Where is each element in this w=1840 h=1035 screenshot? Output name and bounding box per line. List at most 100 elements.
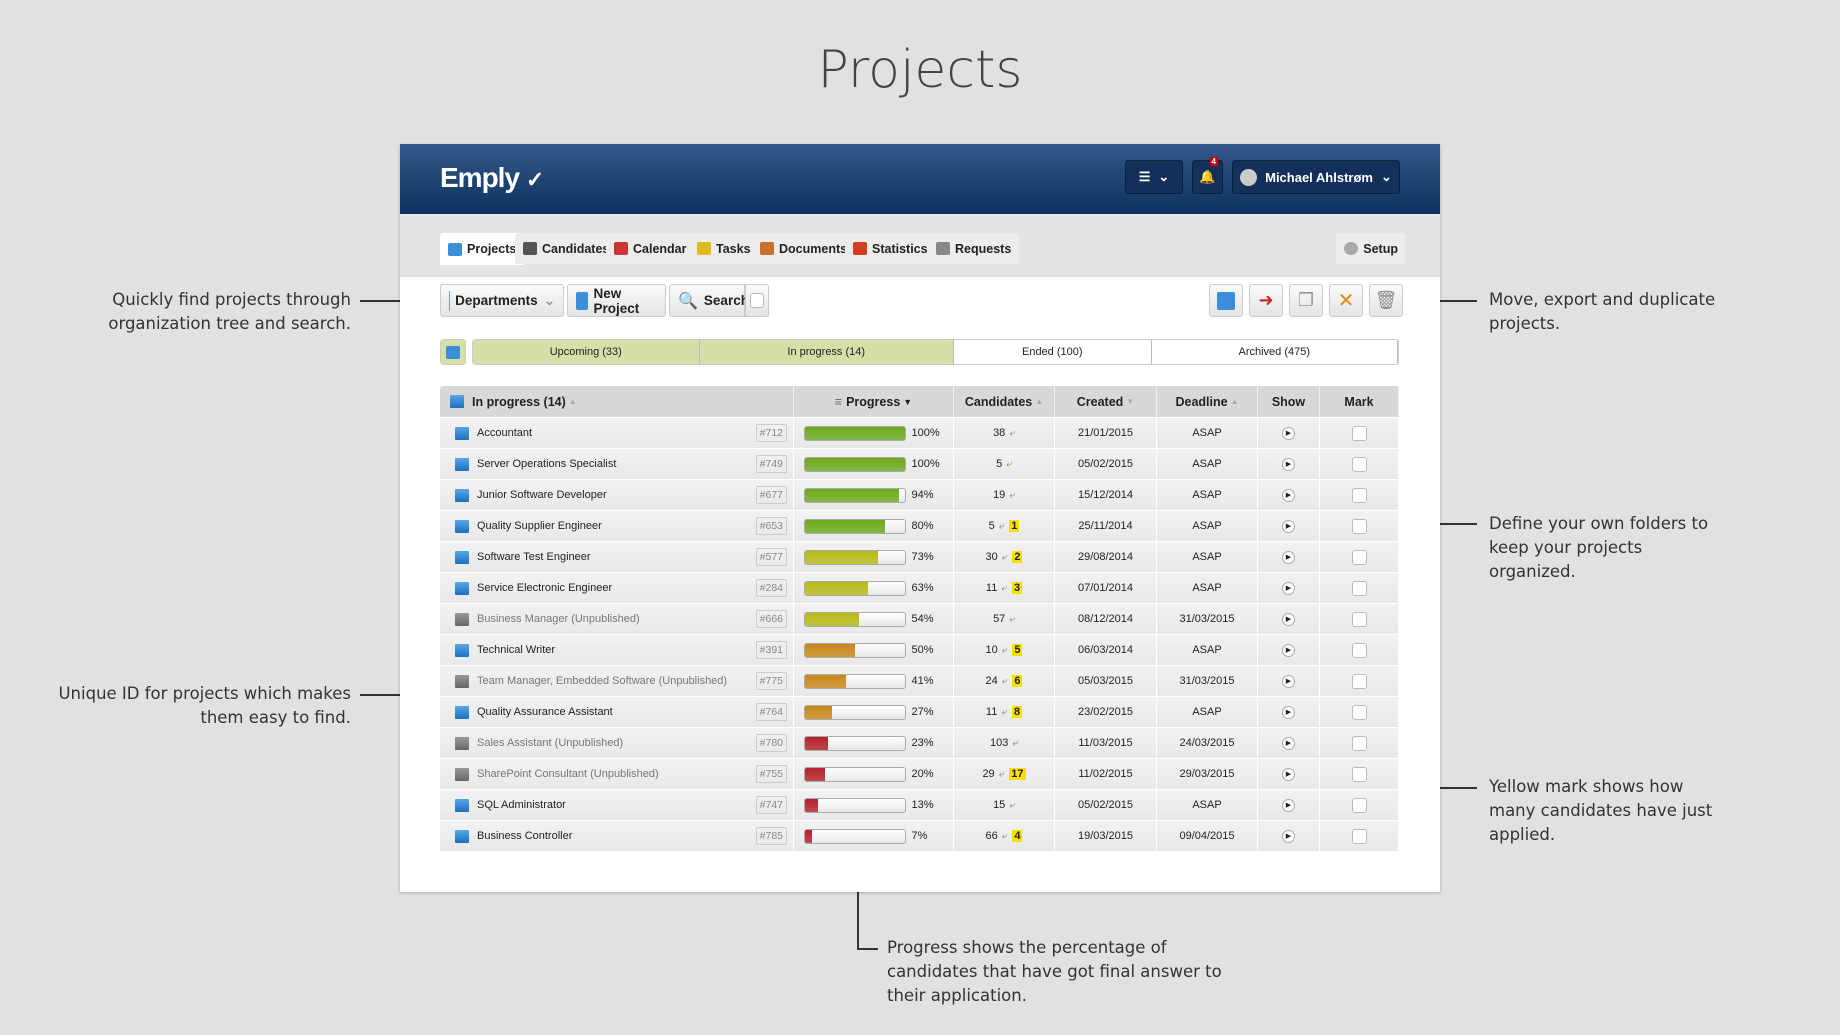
show-button[interactable]: ▶ [1282,767,1295,781]
candidates-cell[interactable]: 57 ⤶ [954,604,1055,634]
project-name-cell[interactable]: Business Controller #785 [440,821,794,851]
edit-button[interactable]: ✕ [1329,284,1363,317]
project-name[interactable]: SharePoint Consultant (Unpublished) [477,768,659,780]
table-row[interactable]: Junior Software Developer #677 94% 19 ⤶ 15… [440,479,1399,510]
search-button[interactable]: 🔍 Search [669,284,749,317]
project-name[interactable]: SQL Administrator [477,799,566,811]
column-candidates[interactable]: Candidates ▲ [954,386,1055,417]
table-row[interactable]: Quality Supplier Engineer #653 80% 5 ⤶ 1 25… [440,510,1399,541]
mark-checkbox[interactable] [1351,704,1367,720]
mark-checkbox[interactable] [1351,673,1367,689]
notifications-button[interactable]: 🔔 4 [1192,157,1223,194]
candidates-cell[interactable]: 38 ⤶ [954,418,1055,448]
tab-projects[interactable]: Projects [440,233,525,265]
mark-checkbox[interactable] [1351,549,1367,565]
project-name-cell[interactable]: Team Manager, Embedded Software (Unpubli… [440,666,794,696]
project-name-cell[interactable]: Quality Supplier Engineer #653 [440,511,794,541]
project-name-cell[interactable]: Accountant #712 [440,418,794,448]
project-name[interactable]: Sales Assistant (Unpublished) [477,737,623,749]
table-row[interactable]: Software Test Engineer #577 73% 30 ⤶ 2 29/0… [440,541,1399,572]
show-button[interactable]: ▶ [1282,829,1295,843]
project-name-cell[interactable]: Server Operations Specialist #749 [440,449,794,479]
candidates-cell[interactable]: 5 ⤶ [954,449,1055,479]
new-project-button[interactable]: New Project [567,284,666,317]
table-row[interactable]: Team Manager, Embedded Software (Unpubli… [440,665,1399,696]
table-row[interactable]: Quality Assurance Assistant #764 27% 11 ⤶ 8… [440,696,1399,727]
candidates-cell[interactable]: 11 ⤶ 8 [954,697,1055,727]
mark-checkbox[interactable] [1351,766,1367,782]
mark-checkbox[interactable] [1351,797,1367,813]
candidates-cell[interactable]: 30 ⤶ 2 [954,542,1055,572]
candidates-cell[interactable]: 66 ⤶ 4 [954,821,1055,851]
tab-documents[interactable]: Documents [752,233,856,264]
show-button[interactable]: ▶ [1282,612,1295,626]
project-name-cell[interactable]: SQL Administrator #747 [440,790,794,820]
status-upcoming[interactable]: Upcoming (33) [473,340,700,364]
project-name[interactable]: Team Manager, Embedded Software (Unpubli… [477,675,727,687]
tab-calendar[interactable]: Calendar [606,233,695,264]
tab-tasks[interactable]: Tasks [689,233,759,264]
show-button[interactable]: ▶ [1282,488,1295,502]
mark-checkbox[interactable] [1351,518,1367,534]
tab-setup[interactable]: Setup [1336,233,1406,264]
export-button[interactable]: ➜ [1249,284,1283,317]
duplicate-button[interactable]: ❐ [1289,284,1323,317]
table-row[interactable]: Server Operations Specialist #749 100% 5 ⤶… [440,448,1399,479]
table-row[interactable]: Service Electronic Engineer #284 63% 11 ⤶ 3… [440,572,1399,603]
show-button[interactable]: ▶ [1282,519,1295,533]
project-name[interactable]: Service Electronic Engineer [477,582,612,594]
project-name-cell[interactable]: Sales Assistant (Unpublished) #780 [440,728,794,758]
project-name[interactable]: Business Manager (Unpublished) [477,613,640,625]
mark-checkbox[interactable] [1351,828,1367,844]
candidates-cell[interactable]: 19 ⤶ [954,480,1055,510]
candidates-cell[interactable]: 29 ⤶ 17 [954,759,1055,789]
project-name[interactable]: Business Controller [477,830,572,842]
project-name[interactable]: Junior Software Developer [477,489,607,501]
project-name-cell[interactable]: Quality Assurance Assistant #764 [440,697,794,727]
column-deadline[interactable]: Deadline ▲ [1157,386,1258,417]
table-row[interactable]: SharePoint Consultant (Unpublished) #755 … [440,758,1399,789]
project-name[interactable]: Software Test Engineer [477,551,591,563]
table-row[interactable]: Business Manager (Unpublished) #666 54% 5… [440,603,1399,634]
project-name-cell[interactable]: Service Electronic Engineer #284 [440,573,794,603]
candidates-cell[interactable]: 15 ⤶ [954,790,1055,820]
search-toggle[interactable] [745,284,769,317]
show-button[interactable]: ▶ [1282,643,1295,657]
column-created[interactable]: Created ▼ [1055,386,1157,417]
mark-checkbox[interactable] [1351,456,1367,472]
status-in-progress[interactable]: In progress (14) [699,340,954,364]
mark-checkbox[interactable] [1351,425,1367,441]
tab-candidates[interactable]: Candidates [515,233,618,264]
table-row[interactable]: Accountant #712 100% 38 ⤶ 21/01/2015 ASAP … [440,417,1399,448]
show-button[interactable]: ▶ [1282,581,1295,595]
mark-checkbox[interactable] [1351,487,1367,503]
table-row[interactable]: SQL Administrator #747 13% 15 ⤶ 05/02/2015… [440,789,1399,820]
table-row[interactable]: Technical Writer #391 50% 10 ⤶ 5 06/03/2014… [440,634,1399,665]
user-menu-button[interactable]: Michael Ahlstrøm ⌄ [1232,160,1400,194]
candidates-cell[interactable]: 11 ⤶ 3 [954,573,1055,603]
project-name-cell[interactable]: Junior Software Developer #677 [440,480,794,510]
project-name-cell[interactable]: Software Test Engineer #577 [440,542,794,572]
project-name-cell[interactable]: SharePoint Consultant (Unpublished) #755 [440,759,794,789]
move-button[interactable] [1209,284,1243,317]
menu-button[interactable]: ☰ ⌄ [1125,160,1183,194]
project-name[interactable]: Quality Assurance Assistant [477,706,613,718]
candidates-cell[interactable]: 5 ⤶ 1 [954,511,1055,541]
table-row[interactable]: Sales Assistant (Unpublished) #780 23% 10… [440,727,1399,758]
mark-checkbox[interactable] [1351,580,1367,596]
mark-checkbox[interactable] [1351,611,1367,627]
show-button[interactable]: ▶ [1282,426,1295,440]
tab-statistics[interactable]: Statistics [845,233,936,264]
mark-checkbox[interactable] [1351,735,1367,751]
candidates-cell[interactable]: 103 ⤶ [954,728,1055,758]
show-button[interactable]: ▶ [1282,736,1295,750]
show-button[interactable]: ▶ [1282,550,1295,564]
folders-button[interactable] [440,339,466,365]
show-button[interactable]: ▶ [1282,674,1295,688]
departments-dropdown[interactable]: Departments ⌄ [440,284,564,317]
project-name[interactable]: Accountant [477,427,532,439]
table-row[interactable]: Business Controller #785 7% 66 ⤶ 4 19/03/20… [440,820,1399,851]
delete-button[interactable]: 🗑 [1369,284,1403,317]
tab-requests[interactable]: Requests [928,233,1020,264]
project-name-cell[interactable]: Technical Writer #391 [440,635,794,665]
